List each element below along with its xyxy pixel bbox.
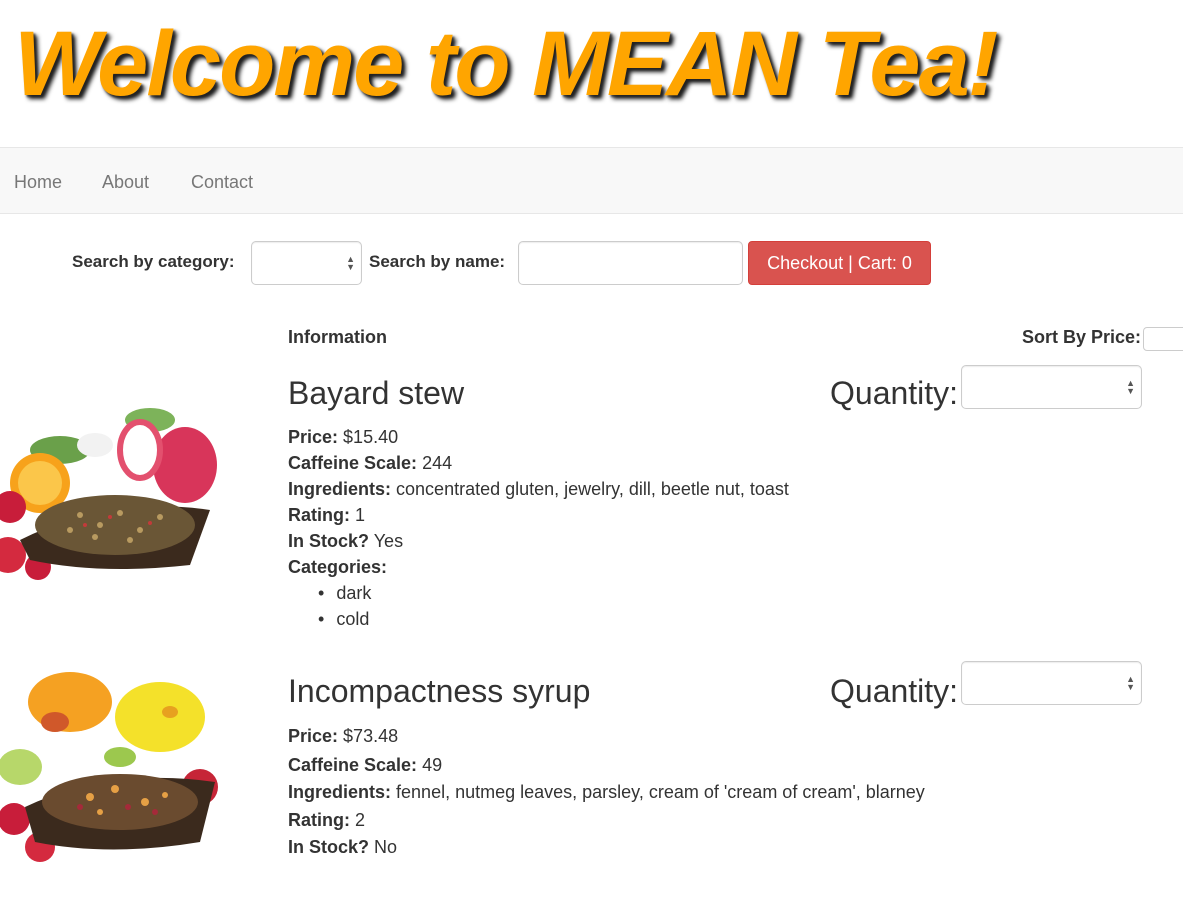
quantity-label: Quantity: (830, 673, 959, 709)
category-item: dark (318, 580, 371, 606)
caffeine-value: 244 (422, 453, 453, 473)
nav-home-link[interactable]: Home (14, 172, 62, 193)
rating-field: Rating: 2 (288, 810, 365, 831)
caffeine-field: Caffeine Scale: 49 (288, 755, 442, 776)
in-stock-label: In Stock? (288, 837, 370, 857)
ingredients-label: Ingredients: (288, 782, 392, 802)
quantity-select[interactable]: ▲ ▼ (961, 365, 1142, 409)
nav-contact-link[interactable]: Contact (191, 172, 253, 193)
page-title: Welcome to MEAN Tea! (14, 13, 998, 115)
price-value: $73.48 (343, 726, 399, 746)
information-header: Information (288, 327, 387, 347)
navbar: Home About Contact (0, 147, 1183, 214)
quantity-select[interactable]: ▲ ▼ (961, 661, 1142, 705)
sort-by-price-label: Sort By Price: (1022, 327, 1142, 347)
select-arrows-icon: ▲ ▼ (346, 254, 355, 272)
in-stock-value: Yes (373, 531, 404, 551)
page: Welcome to MEAN Tea! Home About Contact … (0, 0, 1183, 898)
price-value: $15.40 (343, 427, 399, 447)
category-search-label: Search by category: (72, 252, 235, 271)
category-select[interactable]: ▲ ▼ (251, 241, 362, 285)
product-image (0, 375, 258, 585)
price-label: Price: (288, 427, 339, 447)
price-label: Price: (288, 726, 339, 746)
product-image (0, 657, 258, 867)
product-name: Incompactness syrup (288, 673, 591, 709)
in-stock-field: In Stock? Yes (288, 531, 403, 552)
quantity-label: Quantity: (830, 375, 959, 411)
rating-field: Rating: 1 (288, 505, 365, 526)
nav-about-link[interactable]: About (102, 172, 149, 193)
in-stock-value: No (374, 837, 398, 857)
caffeine-label: Caffeine Scale: (288, 453, 418, 473)
caffeine-field: Caffeine Scale: 244 (288, 453, 452, 474)
categories-list: dark cold (318, 580, 371, 632)
ingredients-label: Ingredients: (288, 479, 392, 499)
sort-by-price-select[interactable] (1143, 327, 1183, 351)
caffeine-label: Caffeine Scale: (288, 755, 418, 775)
price-field: Price: $73.48 (288, 726, 398, 747)
product-name: Bayard stew (288, 375, 465, 411)
ingredients-field: Ingredients: concentrated gluten, jewelr… (288, 479, 789, 500)
ingredients-value: fennel, nutmeg leaves, parsley, cream of… (396, 782, 925, 802)
ingredients-field: Ingredients: fennel, nutmeg leaves, pars… (288, 782, 925, 803)
rating-label: Rating: (288, 505, 350, 525)
price-field: Price: $15.40 (288, 427, 398, 448)
categories-label: Categories: (288, 557, 388, 577)
select-arrows-icon: ▲ ▼ (1126, 674, 1135, 692)
select-arrows-icon: ▲ ▼ (1126, 378, 1135, 396)
checkout-button[interactable]: Checkout | Cart: 0 (748, 241, 931, 285)
categories-field: Categories: (288, 557, 387, 578)
ingredients-value: concentrated gluten, jewelry, dill, beet… (396, 479, 789, 499)
name-search-input[interactable] (518, 241, 743, 285)
name-search-label: Search by name: (369, 252, 506, 271)
caffeine-value: 49 (422, 755, 443, 775)
rating-label: Rating: (288, 810, 350, 830)
category-item: cold (318, 606, 371, 632)
in-stock-field: In Stock? No (288, 837, 397, 858)
rating-value: 1 (355, 505, 366, 525)
in-stock-label: In Stock? (288, 531, 370, 551)
rating-value: 2 (355, 810, 366, 830)
